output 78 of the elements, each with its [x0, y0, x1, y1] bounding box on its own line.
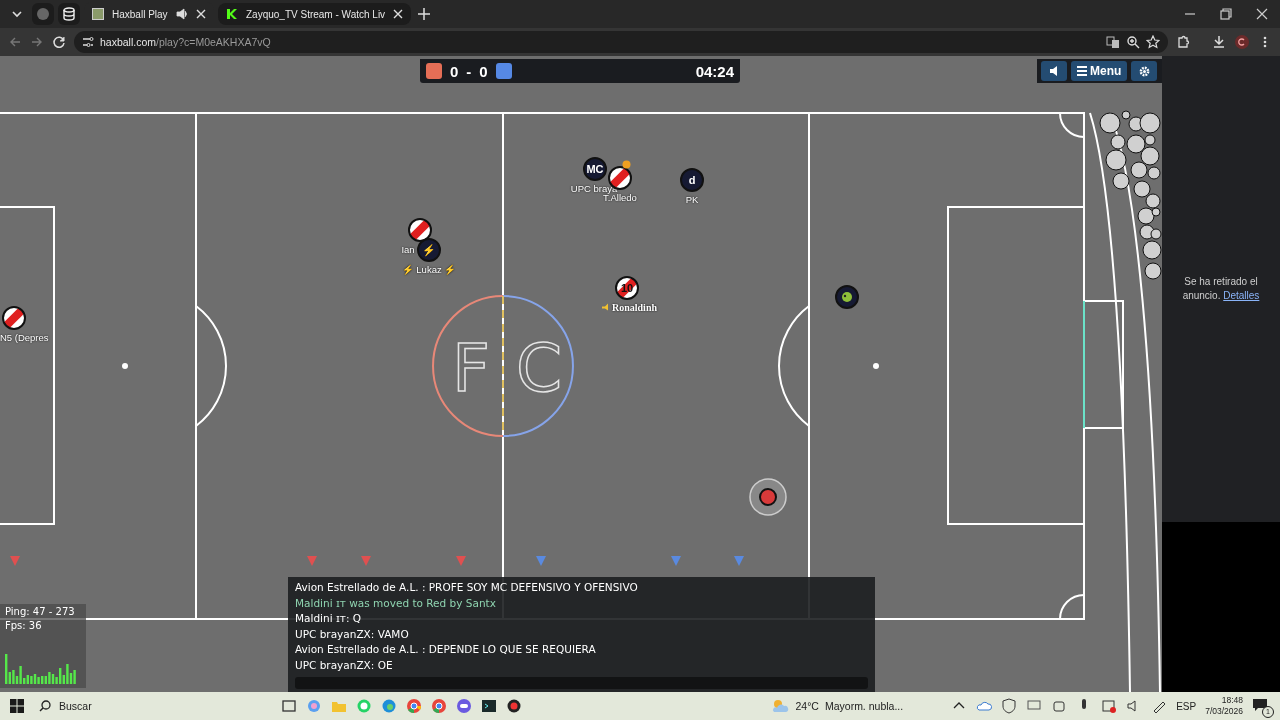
notification-icon	[1252, 697, 1268, 713]
close-icon[interactable]	[1254, 6, 1270, 22]
shield-icon[interactable]	[1001, 698, 1018, 714]
menu-button[interactable]: Menu	[1071, 61, 1128, 81]
player-name: Ian	[401, 243, 415, 255]
speaker-icon	[1049, 66, 1059, 76]
chat-message: Avion Estrellado de A.L. : DEPENDE LO QUE SE REQUIERA	[295, 642, 597, 657]
clock-date: 7/03/2026	[1205, 706, 1243, 717]
fps-text: Fps: 36	[5, 620, 43, 631]
score-separator: -	[466, 62, 472, 80]
chat-notice: Maldini ɪᴛ was moved to Red by Santx	[295, 595, 497, 611]
database-icon	[62, 7, 76, 21]
player-number: ⚡	[422, 244, 436, 256]
sound-button[interactable]	[1041, 61, 1067, 81]
player-number: d	[688, 174, 696, 186]
weather-icon	[771, 698, 790, 714]
tab-group-button[interactable]	[58, 3, 80, 25]
extensions-icon[interactable]	[1176, 35, 1190, 49]
tab-title: Haxball Play	[112, 8, 168, 20]
player-number: MC	[586, 163, 604, 175]
position-marker-icon	[361, 556, 371, 566]
temperature-text: 24°C	[795, 700, 819, 712]
language-indicator: ESP	[1176, 700, 1197, 712]
stream-favicon-icon	[226, 8, 238, 20]
ball-icon	[748, 477, 788, 517]
match-timer: 04:24	[695, 62, 734, 80]
taskbar-search-field[interactable]: Buscar	[57, 699, 141, 713]
weather-widget[interactable]: 24°C Mayorm. nubla...	[771, 698, 904, 714]
ping-text: Ping: 47 - 273	[5, 606, 76, 617]
chat-message: UPC brayanZX: OE	[295, 657, 394, 673]
menu-icon	[1077, 66, 1087, 76]
task-view-icon[interactable]	[281, 698, 297, 714]
record-app-icon[interactable]	[506, 698, 522, 714]
chat-message: Maldini ɪᴛ: Q	[295, 611, 363, 626]
forward-icon[interactable]	[30, 35, 44, 49]
position-marker-icon	[10, 556, 20, 566]
details-link[interactable]: Detalles	[1223, 290, 1260, 301]
recording-icon[interactable]	[1101, 698, 1118, 714]
player-name: N5 (Depres	[0, 331, 49, 343]
page-favicon-icon	[92, 8, 104, 20]
translate-icon[interactable]	[1106, 35, 1120, 49]
chat-message: Avion Estrellado de A.L. : PROFE SOY MC DEFENSIVO Y OFENSIVO	[295, 580, 639, 595]
player-name: PK	[685, 193, 699, 205]
position-marker-icon	[536, 556, 546, 566]
clock-time: 18:48	[1221, 695, 1243, 706]
close-icon[interactable]	[195, 9, 206, 19]
player-name: ⚡ Lukaz ⚡	[401, 263, 457, 275]
clock[interactable]: 18:48 7/03/2026	[1205, 695, 1243, 717]
team-score: 0	[479, 62, 488, 80]
back-icon[interactable]	[8, 35, 22, 49]
position-marker-icon	[307, 556, 317, 566]
weather-text: Mayorm. nubla...	[824, 700, 904, 712]
settings-icon	[1138, 65, 1150, 77]
zoom-icon[interactable]	[1126, 35, 1140, 49]
bookmark-star-icon[interactable]	[1146, 35, 1160, 49]
site-settings-icon[interactable]	[82, 36, 94, 48]
address-bar[interactable]: haxball.com/play?c=M0eAKHXA7vQ	[74, 31, 1168, 53]
browser-tab[interactable]: Zayquo_TV Stream - Watch Liv	[218, 3, 412, 25]
team-score: 0	[450, 62, 459, 80]
field-logo-letter: F	[452, 330, 490, 407]
search-icon	[39, 700, 51, 712]
field-logo-letter: C	[516, 330, 563, 407]
profile-avatar-icon[interactable]	[1234, 34, 1250, 50]
start-icon[interactable]	[10, 699, 24, 713]
chat-message: UPC brayanZX: VAMO	[295, 626, 410, 642]
settings-button[interactable]	[1131, 61, 1158, 81]
restore-icon[interactable]	[1218, 6, 1234, 22]
position-marker-icon	[734, 556, 744, 566]
url-text: haxball.com/play?c=M0eAKHXA7vQ	[100, 36, 271, 48]
terminal-icon[interactable]	[481, 698, 497, 714]
ad-removed-text: Se ha retirado el anuncio. Detalles	[1181, 275, 1261, 303]
tab-title: Zayquo_TV Stream - Watch Liv	[246, 8, 386, 20]
player-name: Ronaldinh	[612, 301, 657, 313]
position-marker-icon	[671, 556, 681, 566]
close-icon[interactable]	[393, 9, 404, 19]
position-marker-icon	[456, 556, 466, 566]
reload-icon[interactable]	[52, 35, 66, 49]
download-icon[interactable]	[1212, 35, 1226, 49]
